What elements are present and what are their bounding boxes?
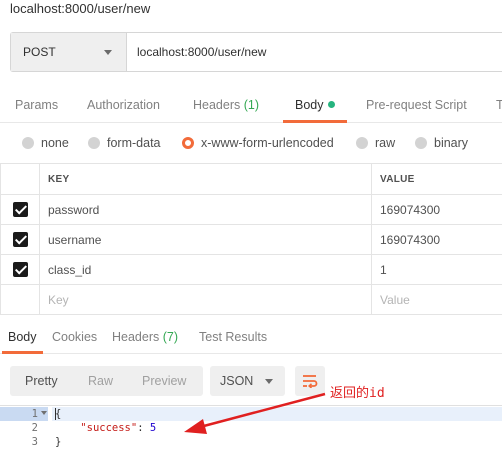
radio-label: x-www-form-urlencoded [201,136,334,150]
radio-circle-icon [356,137,368,149]
wrap-lines-button[interactable] [295,366,325,396]
annotation-text: 返回的id [330,386,385,401]
checkbox-checked-icon[interactable] [12,202,28,218]
line-number: 3 [31,436,38,448]
param-value[interactable]: 169074300 [371,224,502,255]
radio-checked-icon [182,137,194,149]
tab-label: Headers [112,330,160,344]
tab-test-results[interactable]: Test Results [199,322,267,353]
radio-label: none [41,136,69,150]
url-input[interactable] [127,33,502,71]
tab-label: Body [295,98,324,112]
param-key[interactable]: password [39,194,372,225]
json-value: 5 [149,422,157,434]
row-checkbox-cell [0,284,40,315]
tab-headers[interactable]: Headers (1) [193,90,259,122]
radio-x-www-form-urlencoded[interactable]: x-www-form-urlencoded [182,136,334,150]
body-type-options: none form-data x-www-form-urlencoded raw… [0,128,502,158]
table-row: class_id 1 [0,254,502,285]
view-preview-button[interactable]: Preview [142,366,186,396]
format-label: JSON [220,374,254,388]
new-key-input[interactable]: Key [39,284,372,315]
radio-label: form-data [107,136,161,150]
tab-response-body[interactable]: Body [2,322,42,354]
param-value[interactable]: 1 [371,254,502,285]
tab-label: Body [8,330,37,344]
headers-count: (1) [243,98,260,112]
row-checkbox-cell [0,254,40,285]
row-checkbox-cell [0,194,40,225]
view-pretty-button[interactable]: Pretty [25,366,58,396]
tab-authorization[interactable]: Authorization [87,90,160,122]
json-key: "success" [80,422,138,434]
chevron-down-icon [265,378,273,384]
column-header-key: KEY [39,163,372,195]
window-title: localhost:8000/user/new [10,1,151,16]
radio-none[interactable]: none [22,136,69,150]
tab-body[interactable]: Body [283,90,346,123]
tab-cookies[interactable]: Cookies [52,322,97,353]
tab-params[interactable]: Params [15,90,58,122]
request-tabs: Params Authorization Headers (1) Body Pr… [0,90,502,123]
body-active-dot-icon [327,101,335,108]
radio-circle-icon [88,137,100,149]
tab-label: Cookies [52,330,98,344]
method-label: POST [23,45,56,59]
response-code-editor[interactable]: 1 2 3 { "success": 5 } [0,405,502,459]
table-row: username 169074300 [0,224,502,255]
wrap-lines-icon [303,375,318,388]
tab-label: Authorization [87,98,160,112]
fold-toggle-icon[interactable] [41,411,47,415]
code-line-1: { [55,408,62,420]
radio-raw[interactable]: raw [356,136,395,150]
line-number: 2 [31,422,38,434]
tab-label: Headers [193,98,241,112]
line-number: 1 [31,408,38,420]
tab-tests-truncated[interactable]: T [496,90,502,122]
view-mode-group: Pretty Raw Preview [10,366,203,396]
view-raw-button[interactable]: Raw [88,366,113,396]
chevron-down-icon [104,49,112,55]
tab-response-headers[interactable]: Headers (7) [112,322,178,353]
radio-form-data[interactable]: form-data [88,136,161,150]
code-line-2: "success": 5 [55,421,156,435]
tab-pre-request-script[interactable]: Pre-request Script [366,90,467,122]
header-checkbox-cell [0,163,40,195]
column-header-value: VALUE [371,163,502,195]
radio-label: binary [434,136,469,150]
table-row-new: Key Value [0,284,502,315]
param-value[interactable]: 169074300 [371,194,502,225]
params-table: KEY VALUE password 169074300 username 16… [0,163,502,315]
checkbox-checked-icon[interactable] [12,232,28,248]
table-row: password 169074300 [0,194,502,225]
new-value-input[interactable]: Value [371,284,502,315]
active-line-highlight [0,407,502,421]
checkbox-checked-icon[interactable] [12,262,28,278]
format-select[interactable]: JSON [210,366,285,396]
request-bar: POST [10,32,502,72]
response-toolbar: Pretty Raw Preview JSON [10,366,502,396]
code-line-3: } [55,436,62,448]
tab-label: Params [15,98,59,112]
radio-label: raw [375,136,396,150]
json-colon: : [137,422,150,434]
tab-label: T [496,98,502,112]
row-checkbox-cell [0,224,40,255]
param-key[interactable]: class_id [39,254,372,285]
radio-binary[interactable]: binary [415,136,468,150]
radio-circle-icon [415,137,427,149]
method-select[interactable]: POST [11,33,127,71]
radio-circle-icon [22,137,34,149]
table-header-row: KEY VALUE [0,163,502,195]
headers-count: (7) [162,330,179,344]
tab-label: Test Results [199,330,268,344]
response-tabs: Body Cookies Headers (7) Test Results [0,322,502,354]
tab-label: Pre-request Script [366,98,467,112]
param-key[interactable]: username [39,224,372,255]
